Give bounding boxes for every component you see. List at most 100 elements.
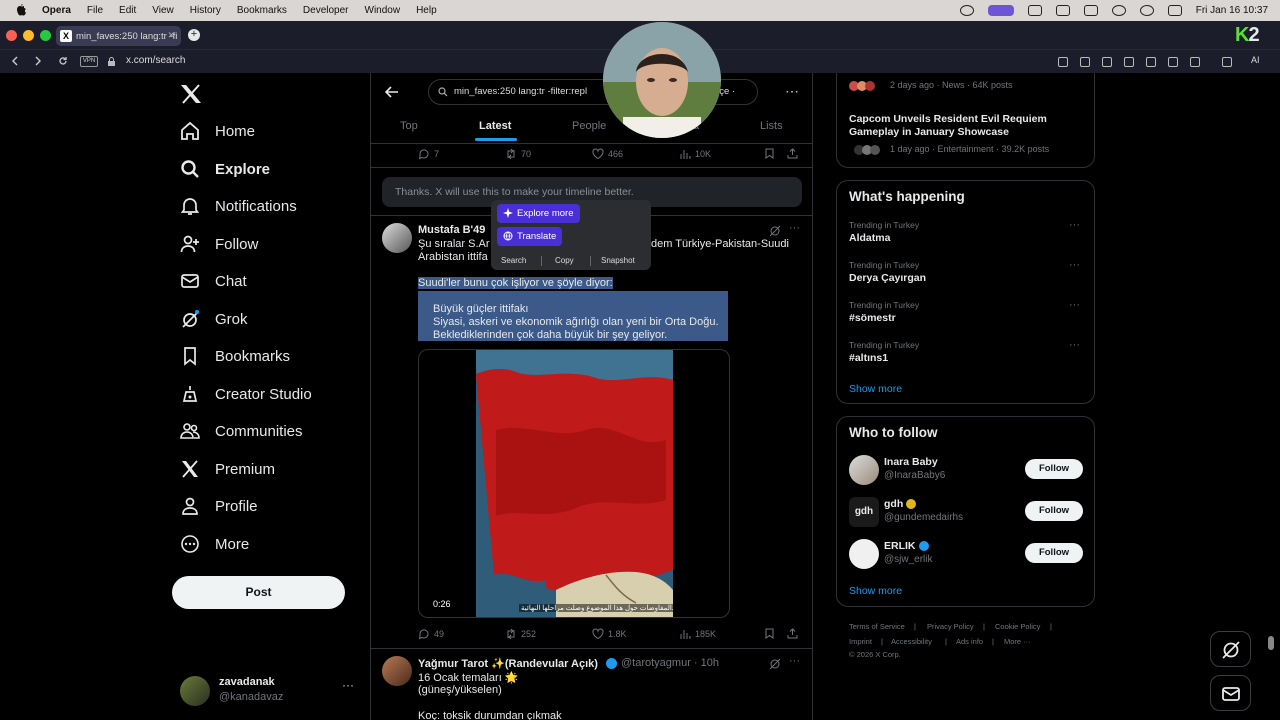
avatar[interactable]: gdh <box>849 497 879 527</box>
browser-tab[interactable]: X min_faves:250 lang:tr -fi ✕ <box>56 26 181 46</box>
sidebar-item-bookmarks[interactable]: Bookmarks <box>180 343 290 369</box>
menu-history[interactable]: History <box>190 5 221 16</box>
reply-button[interactable]: 49 <box>418 628 505 640</box>
translate-button[interactable]: Translate <box>497 227 563 246</box>
trend-more-icon[interactable]: ··· <box>1069 339 1080 351</box>
trend-more-icon[interactable]: ··· <box>1069 299 1080 311</box>
grok-icon[interactable] <box>769 225 781 237</box>
ai-button[interactable]: AI <box>1251 55 1260 65</box>
menu-bookmarks[interactable]: Bookmarks <box>237 5 287 16</box>
back-arrow-icon[interactable] <box>385 86 399 98</box>
bookmark-icon[interactable] <box>764 628 775 639</box>
views-button[interactable]: 185K <box>679 628 766 640</box>
camera-icon[interactable] <box>1080 57 1090 67</box>
tray-grid-icon[interactable] <box>1027 5 1042 16</box>
share-icon[interactable] <box>787 148 798 159</box>
battery-icon[interactable] <box>1083 5 1098 16</box>
avatar[interactable] <box>382 223 412 253</box>
sidebar-item-grok[interactable]: Grok <box>180 306 248 332</box>
popup-copy-button[interactable]: Copy <box>555 256 574 265</box>
tweet-more-icon[interactable]: ··· <box>789 222 800 234</box>
footer-more-link[interactable]: More ··· <box>1004 637 1031 646</box>
tweet-author-name[interactable]: Yağmur Tarot ✨(Randevular Açık) <box>418 657 598 670</box>
follow-name[interactable]: gdh <box>884 498 917 510</box>
heart-icon[interactable] <box>1146 57 1156 67</box>
menu-developer[interactable]: Developer <box>303 5 349 16</box>
news-title[interactable]: Capcom Unveils Resident Evil Requiem Gam… <box>849 113 1084 139</box>
scrollbar[interactable] <box>1268 636 1274 650</box>
sidebar-item-explore[interactable]: Explore <box>180 156 270 182</box>
menu-window[interactable]: Window <box>365 5 401 16</box>
reload-icon[interactable] <box>58 56 68 66</box>
trend-name[interactable]: Derya Çayırgan <box>849 272 926 284</box>
window-minimize-button[interactable] <box>23 30 34 41</box>
tweet-more-icon[interactable]: ··· <box>789 655 800 667</box>
menu-file[interactable]: File <box>87 5 103 16</box>
account-more-icon[interactable]: ··· <box>342 678 354 692</box>
search-more-icon[interactable]: ⋯ <box>785 83 799 100</box>
trend-name[interactable]: Aldatma <box>849 232 890 244</box>
menu-app-name[interactable]: Opera <box>42 5 71 16</box>
play-icon[interactable] <box>1139 5 1154 16</box>
tray-display-icon[interactable] <box>1055 5 1070 16</box>
window-zoom-button[interactable] <box>40 30 51 41</box>
back-icon[interactable] <box>10 56 20 66</box>
footer-imprint-link[interactable]: Imprint <box>849 637 872 646</box>
footer-terms-link[interactable]: Terms of Service <box>849 622 905 631</box>
window-close-button[interactable] <box>6 30 17 41</box>
account-switcher[interactable]: zavadanak @kanadavaz ··· <box>180 674 360 706</box>
trend-name[interactable]: #sömestr <box>849 312 896 324</box>
tray-status-icon[interactable] <box>959 5 974 16</box>
sidebar-item-creator-studio[interactable]: Creator Studio <box>180 381 312 407</box>
menu-edit[interactable]: Edit <box>119 5 136 16</box>
grok-float-button[interactable] <box>1210 631 1251 667</box>
share-icon[interactable] <box>787 628 798 639</box>
views-button[interactable]: 10K <box>679 148 766 160</box>
trend-name[interactable]: #altıns1 <box>849 352 888 364</box>
bookmark-icon[interactable] <box>764 148 775 159</box>
new-tab-button[interactable]: + <box>188 29 200 41</box>
list-icon[interactable] <box>1168 57 1178 67</box>
footer-ads-link[interactable]: Ads info <box>956 637 983 646</box>
follow-button[interactable]: Follow <box>1025 501 1083 521</box>
menubar-clock[interactable]: Fri Jan 16 10:37 <box>1196 5 1268 16</box>
repost-button[interactable]: 70 <box>505 148 592 160</box>
sidebar-item-profile[interactable]: Profile <box>180 493 258 519</box>
profile-icon[interactable] <box>1190 57 1200 67</box>
footer-accessibility-link[interactable]: Accessibility <box>891 637 932 646</box>
like-button[interactable]: 1.8K <box>592 628 679 640</box>
apple-icon[interactable] <box>13 3 29 19</box>
sidebar-item-communities[interactable]: Communities <box>180 418 303 444</box>
show-more-link[interactable]: Show more <box>849 383 902 395</box>
vpn-badge[interactable]: VPN <box>80 56 98 67</box>
tab-lists[interactable]: Lists <box>760 120 783 132</box>
tweet-handle-time[interactable]: @tarotyagmur · 10h <box>621 657 719 669</box>
like-button[interactable]: 466 <box>592 148 679 160</box>
shield-icon[interactable] <box>1102 57 1112 67</box>
avatar[interactable] <box>849 455 879 485</box>
follow-name[interactable]: ERLIK <box>884 540 929 552</box>
sidebar-item-more[interactable]: More <box>180 531 249 557</box>
messages-float-button[interactable] <box>1210 675 1251 711</box>
forward-icon[interactable] <box>33 56 43 66</box>
send-icon[interactable] <box>1124 57 1134 67</box>
extension-icon[interactable] <box>1222 57 1232 67</box>
tab-people[interactable]: People <box>572 120 606 132</box>
menu-view[interactable]: View <box>152 5 174 16</box>
tab-latest[interactable]: Latest <box>479 120 511 132</box>
avatar[interactable] <box>382 656 412 686</box>
x-logo-icon[interactable] <box>180 84 202 104</box>
trend-more-icon[interactable]: ··· <box>1069 259 1080 271</box>
popup-search-button[interactable]: Search <box>501 256 526 265</box>
lock-icon[interactable] <box>107 56 116 67</box>
show-more-link[interactable]: Show more <box>849 585 902 597</box>
popup-snapshot-button[interactable]: Snapshot <box>601 256 635 265</box>
edit-icon[interactable] <box>1058 57 1068 67</box>
sidebar-item-home[interactable]: Home <box>180 118 255 144</box>
url-field[interactable]: x.com/search <box>126 55 185 66</box>
grok-icon[interactable] <box>769 658 781 670</box>
moon-icon[interactable] <box>1111 5 1126 16</box>
tweet-video[interactable]: 0:26 المفاوضات حول هذا الموضوع وصلت مراح… <box>418 349 730 618</box>
follow-button[interactable]: Follow <box>1025 459 1083 479</box>
explore-more-button[interactable]: Explore more <box>497 204 580 223</box>
